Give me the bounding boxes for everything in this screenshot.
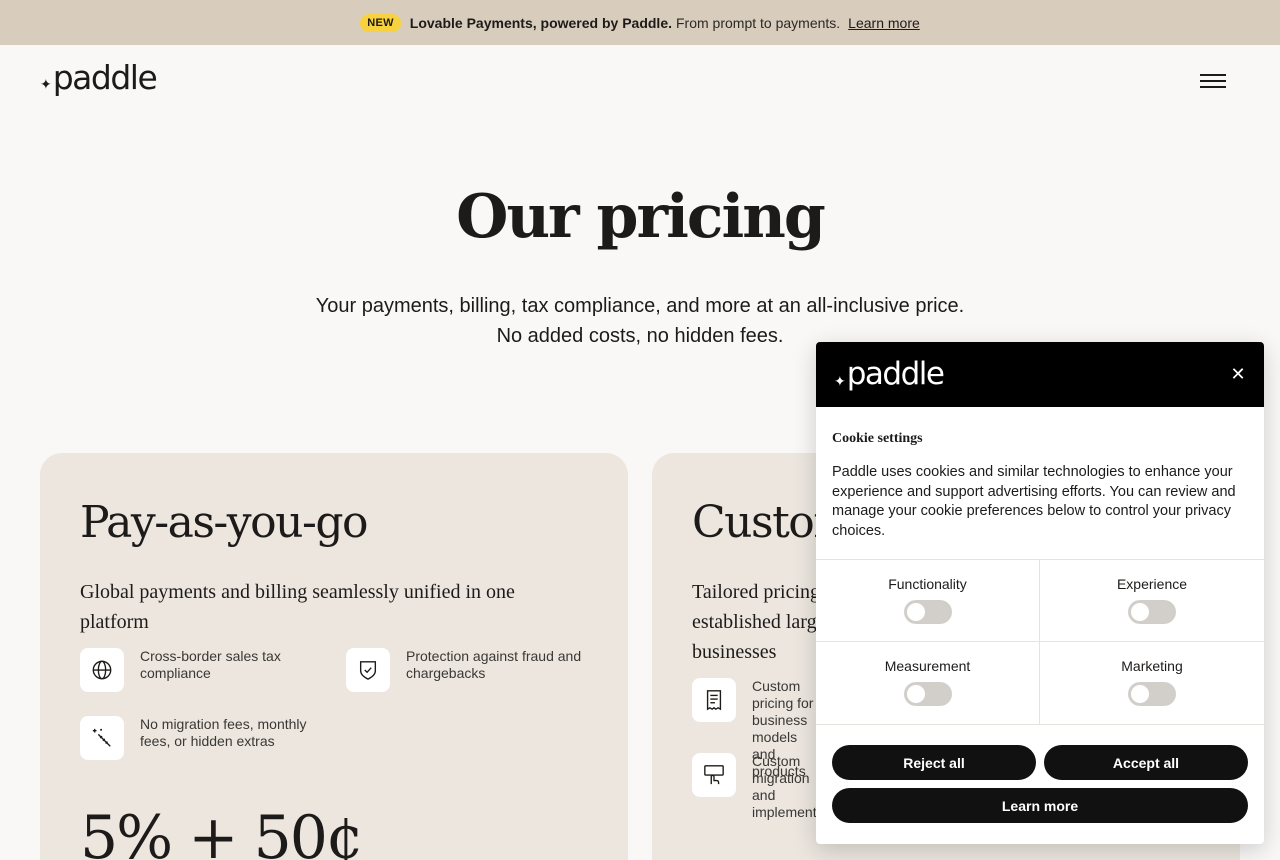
learn-more-button[interactable]: Learn more: [832, 788, 1248, 823]
magic-wand-icon: [80, 716, 124, 760]
banner-text: From prompt to payments.: [676, 14, 841, 31]
experience-toggle[interactable]: [1128, 600, 1176, 624]
receipt-icon: [692, 678, 736, 722]
category-measurement: Measurement: [816, 642, 1040, 724]
feature-text: No migration fees, monthly fees, or hidd…: [140, 716, 307, 749]
category-marketing: Marketing: [1040, 642, 1264, 724]
feature-text: Cross-border sales tax compliance: [140, 648, 281, 681]
cookie-categories: Functionality Experience Measurement Mar…: [816, 559, 1264, 725]
logo-wordmark: paddle: [846, 356, 945, 392]
marketing-toggle[interactable]: [1128, 682, 1176, 706]
globe-icon: [80, 648, 124, 692]
functionality-toggle[interactable]: [903, 600, 952, 624]
plan-title: Pay-as-you-go: [80, 497, 368, 548]
category-label: Marketing: [1121, 658, 1183, 674]
cookie-dialog-header: ✦ paddle ✕: [816, 342, 1264, 407]
banner-learn-more-link[interactable]: Learn more: [848, 15, 920, 31]
cookie-paddle-logo: ✦ paddle: [834, 356, 945, 392]
page-title: Our pricing: [456, 182, 826, 252]
category-label: Measurement: [884, 658, 971, 674]
announcement-banner: NEW Lovable Payments, powered by Paddle.…: [0, 0, 1280, 45]
paddle-logo[interactable]: ✦ paddle: [40, 58, 158, 97]
subtitle-line-1: Your payments, billing, tax compliance, …: [315, 295, 965, 317]
feature-item: Cross-border sales tax compliance: [80, 648, 330, 692]
category-functionality: Functionality: [816, 560, 1040, 642]
feature-item: Protection against fraud and chargebacks: [346, 648, 596, 692]
feature-item: No migration fees, monthly fees, or hidd…: [80, 716, 330, 760]
category-label: Experience: [1116, 576, 1188, 592]
category-label: Functionality: [888, 576, 967, 592]
sparkle-icon: ✦: [834, 372, 846, 389]
banner-headline: Lovable Payments, powered by Paddle.: [409, 14, 672, 31]
shield-check-icon: [346, 648, 390, 692]
plan-card-pay-as-you-go: Pay-as-you-go Global payments and billin…: [40, 453, 628, 860]
feature-item: Custom migration and implementation: [692, 753, 847, 821]
cookie-settings-dialog: ✦ paddle ✕ Cookie settings Paddle uses c…: [816, 342, 1264, 844]
hamburger-menu-icon[interactable]: [1200, 74, 1226, 92]
sparkle-icon: ✦: [40, 76, 52, 92]
plan-description: Global payments and billing seamlessly u…: [80, 581, 515, 633]
measurement-toggle[interactable]: [903, 682, 952, 706]
category-experience: Experience: [1040, 560, 1264, 642]
feature-text: Protection against fraud and chargebacks: [406, 648, 582, 681]
feature-text: Custom migration and implementation: [752, 753, 847, 820]
accept-all-button[interactable]: Accept all: [1044, 745, 1248, 780]
reject-all-button[interactable]: Reject all: [832, 745, 1036, 780]
plan-price: 5% + 50¢: [80, 803, 364, 860]
cookie-title: Cookie settings: [832, 431, 923, 446]
hand-pointer-icon: [692, 753, 736, 797]
close-icon[interactable]: ✕: [1228, 364, 1248, 384]
cookie-description: Paddle uses cookies and similar technolo…: [832, 464, 1236, 539]
new-badge: NEW: [360, 13, 401, 32]
logo-wordmark: paddle: [52, 58, 158, 97]
